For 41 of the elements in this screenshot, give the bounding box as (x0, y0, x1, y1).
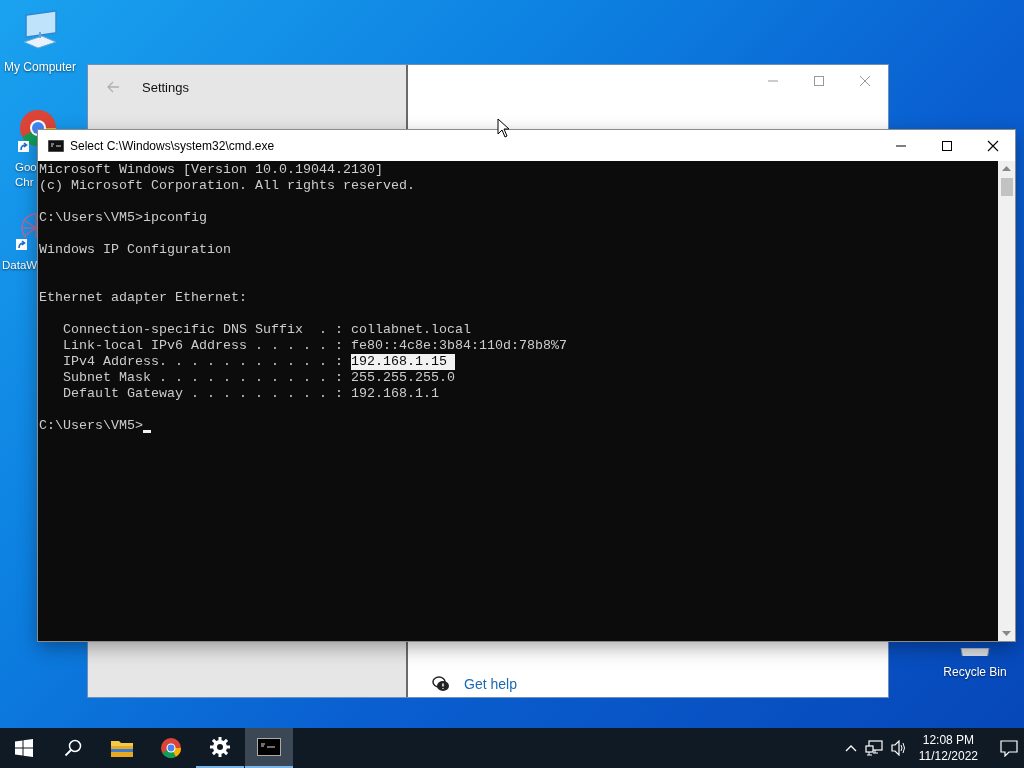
console-text: IPv4 Address. . . . . . . . . . . : (62, 354, 344, 370)
text-cursor (143, 429, 151, 433)
icon-label[interactable]: Recycle Bin (943, 665, 1007, 680)
folder-icon (111, 739, 133, 757)
console-text: (c) Microsoft Corporation. All rights reserved. (39, 178, 415, 194)
search-icon (64, 739, 82, 757)
chevron-up-icon[interactable] (844, 744, 857, 752)
console-text: Connection-specific DNS Suffix . : collabnet.local (62, 322, 471, 338)
console-text: Windows IP Configuration (39, 242, 231, 258)
console-text: Ethernet adapter Ethernet: (39, 290, 247, 306)
console-text: Link-local IPv6 Address . . . . . : fe80::4c8e:3b84:110d:78b8%7 (62, 338, 567, 354)
console-icon (48, 139, 64, 152)
icon-label[interactable]: Goo Chr (15, 160, 37, 190)
console-text: C:\Users\VM5>ipconfig (39, 210, 207, 226)
console-text: Default Gateway . . . . . . . . . : 192.168.1.1 (62, 386, 439, 402)
scroll-up-icon[interactable] (1002, 165, 1011, 171)
console-text: C:\Users\VM5> (39, 418, 143, 434)
scroll-thumb[interactable] (1000, 178, 1013, 196)
console-icon (257, 738, 281, 756)
selected-text: 192.168.1.15 (350, 354, 455, 370)
clock-date[interactable]: 11/12/2022 (918, 748, 978, 764)
taskbar-button[interactable] (245, 728, 293, 768)
speaker-icon[interactable] (890, 740, 907, 756)
console-text: Microsoft Windows [Version 10.0.19044.2130] (39, 162, 383, 178)
windows-logo-icon (15, 739, 33, 757)
chrome-icon (160, 737, 182, 759)
network-icon[interactable] (864, 740, 883, 756)
window-title: Select C:\Windows\system32\cmd.exe (70, 138, 275, 153)
icon-label[interactable]: My Computer (4, 60, 76, 75)
scroll-down-icon[interactable] (1002, 631, 1011, 637)
close-icon[interactable] (987, 139, 999, 152)
notification-icon[interactable] (1000, 739, 1018, 757)
scrollbar[interactable] (998, 161, 1015, 641)
help-link[interactable]: Get help (464, 676, 517, 692)
chat-bubbles-icon (432, 676, 450, 692)
icon-label[interactable]: DataW (2, 258, 38, 273)
window-title: Settings (142, 79, 189, 95)
clock-time[interactable]: 12:08 PM (922, 732, 975, 748)
maximize-icon[interactable] (941, 139, 953, 152)
console-text: Subnet Mask . . . . . . . . . . . : 255.255.255.0 (62, 370, 455, 386)
gear-icon (210, 737, 230, 757)
